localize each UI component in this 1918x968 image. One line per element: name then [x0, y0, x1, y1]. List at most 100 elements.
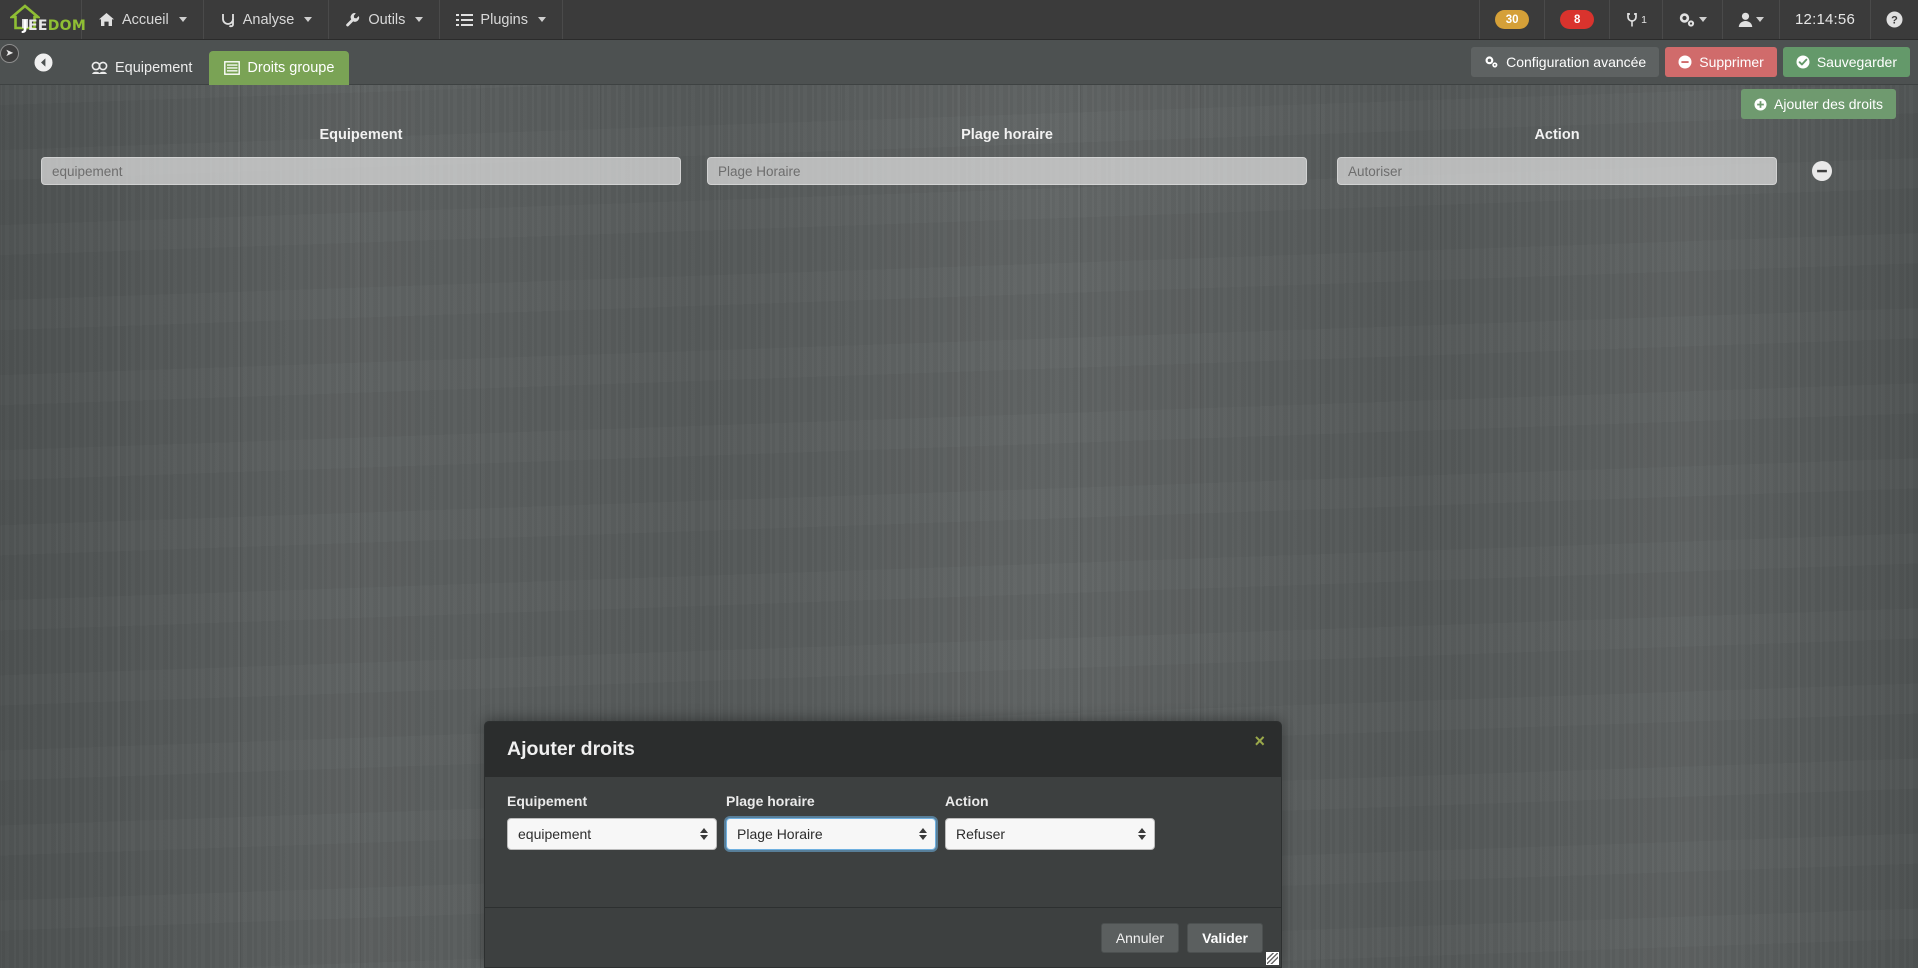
- modal-action-select[interactable]: Refuser: [945, 818, 1155, 850]
- rights-table: Equipement Plage horaire Action equipeme…: [0, 120, 1918, 189]
- modal-footer: Annuler Valider: [485, 907, 1281, 967]
- dashboard-icon: [91, 61, 108, 75]
- plage-horaire-select[interactable]: Plage Horaire: [707, 157, 1307, 185]
- cell-remove: [1777, 161, 1867, 181]
- sauvegarder-button[interactable]: Sauvegarder: [1782, 47, 1910, 77]
- modal-body: Equipement equipement Plage horaire Plag…: [485, 777, 1281, 907]
- help-cell[interactable]: ?: [1870, 0, 1918, 39]
- clock-text: 12:14:56: [1795, 11, 1855, 28]
- cell-plage-horaire: Plage Horaire: [707, 157, 1307, 185]
- nav-menu-analyse[interactable]: Analyse: [204, 0, 330, 39]
- field-label-equipement: Equipement: [507, 793, 588, 809]
- chevron-down-icon: [178, 17, 187, 22]
- list-icon: [456, 13, 474, 27]
- modal-field-plage-horaire: Plage horaire Plage Horaire: [726, 793, 936, 907]
- gears-icon: [1484, 55, 1499, 69]
- page-root: JEEDOM Accueil Analyse Outils Plugins 30…: [0, 0, 1918, 968]
- nav-menu-accueil[interactable]: Accueil: [82, 0, 204, 39]
- configuration-avancee-button[interactable]: Configuration avancée: [1471, 47, 1660, 77]
- select-arrows-icon: [919, 828, 927, 840]
- brand-logo[interactable]: JEEDOM: [0, 0, 86, 39]
- tab-group: Equipement Droits groupe: [0, 40, 350, 85]
- field-label-plage-horaire: Plage horaire: [726, 793, 815, 809]
- brand-dom: DOM: [47, 17, 87, 34]
- modal-header: Ajouter droits ×: [485, 722, 1281, 777]
- modal-equipement-select[interactable]: equipement: [507, 818, 717, 850]
- settings-menu-cell[interactable]: [1662, 0, 1722, 39]
- arrow-right-circle-icon[interactable]: ➤: [0, 44, 19, 63]
- chevron-down-icon: [1699, 17, 1707, 22]
- message-badge-cell[interactable]: 8: [1544, 0, 1609, 39]
- nav-menu-outils[interactable]: Outils: [329, 0, 441, 39]
- cell-equipement: equipement: [41, 157, 681, 185]
- user-menu-cell[interactable]: [1722, 0, 1779, 39]
- plus-circle-icon: [1754, 97, 1767, 111]
- check-circle-icon: [1796, 55, 1810, 69]
- nav-label: Accueil: [122, 11, 169, 28]
- modal-plage-horaire-select[interactable]: Plage Horaire: [726, 818, 936, 850]
- analytics-icon: [220, 12, 236, 28]
- cancel-button[interactable]: Annuler: [1100, 922, 1180, 953]
- modal-field-action: Action Refuser: [945, 793, 1155, 907]
- button-label: Ajouter des droits: [1774, 96, 1883, 112]
- minus-circle-icon: [1678, 55, 1692, 69]
- ajouter-des-droits-button[interactable]: Ajouter des droits: [1741, 89, 1896, 119]
- chevron-down-icon: [415, 17, 424, 22]
- update-badge-cell[interactable]: 30: [1479, 0, 1544, 39]
- rights-table-header: Equipement Plage horaire Action: [0, 120, 1918, 150]
- status-badge-messages: 8: [1560, 10, 1595, 29]
- equipement-select[interactable]: equipement: [41, 157, 681, 185]
- column-header-action: Action: [1534, 127, 1580, 143]
- column-header-plage-horaire: Plage horaire: [961, 127, 1053, 143]
- clock-cell: 12:14:56: [1779, 0, 1870, 39]
- gears-icon: [1678, 12, 1696, 28]
- svg-text:?: ?: [1891, 15, 1898, 27]
- tab-bar: Equipement Droits groupe Configuration a…: [0, 40, 1918, 85]
- cell-action: Autoriser: [1337, 157, 1777, 185]
- action-select[interactable]: Autoriser: [1337, 157, 1777, 185]
- tab-label: Equipement: [115, 59, 193, 76]
- chevron-down-icon: [304, 17, 313, 22]
- modal-field-equipement: Equipement equipement: [507, 793, 717, 907]
- close-icon[interactable]: ×: [1254, 732, 1265, 750]
- plug-status-cell[interactable]: 1: [1609, 0, 1662, 39]
- help-circle-icon: ?: [1886, 11, 1903, 28]
- select-arrows-icon: [700, 828, 708, 840]
- button-label: Supprimer: [1699, 54, 1764, 70]
- column-header-equipement: Equipement: [319, 127, 403, 143]
- button-label: Configuration avancée: [1506, 54, 1647, 70]
- plug-count: 1: [1641, 13, 1647, 26]
- nav-label: Outils: [368, 11, 406, 28]
- brand-ee: EE: [28, 17, 48, 34]
- top-navbar: JEEDOM Accueil Analyse Outils Plugins 30…: [0, 0, 1918, 40]
- validate-button[interactable]: Valider: [1187, 922, 1263, 953]
- tab-droits-groupe[interactable]: Droits groupe: [209, 50, 350, 85]
- table-row: equipement Plage Horaire Autoriser: [0, 153, 1918, 189]
- status-badge-updates: 30: [1495, 10, 1530, 29]
- navbar-right-group: 30 8 1 12:14:56 ?: [1479, 0, 1918, 39]
- nav-menu-plugins[interactable]: Plugins: [440, 0, 563, 39]
- tabbar-action-buttons: Configuration avancée Supprimer Sauvegar…: [1471, 47, 1918, 77]
- select-value: Refuser: [956, 826, 1006, 842]
- resize-grip-icon[interactable]: [1266, 952, 1279, 965]
- table-icon: [224, 60, 241, 75]
- remove-row-button[interactable]: [1812, 161, 1832, 181]
- plug-icon: [1625, 12, 1639, 28]
- select-arrows-icon: [1138, 828, 1146, 840]
- wrench-icon: [345, 12, 361, 28]
- ajouter-droits-modal: Ajouter droits × Equipement equipement P…: [484, 721, 1282, 968]
- modal-title: Ajouter droits: [507, 738, 635, 760]
- supprimer-button[interactable]: Supprimer: [1665, 47, 1777, 77]
- user-icon: [1738, 12, 1753, 28]
- home-icon: [98, 12, 115, 27]
- button-label: Sauvegarder: [1816, 54, 1897, 70]
- navbar-spacer: [563, 0, 1479, 39]
- nav-label: Plugins: [480, 11, 528, 28]
- select-value: Plage Horaire: [737, 826, 823, 842]
- nav-label: Analyse: [242, 11, 295, 28]
- tab-equipement[interactable]: Equipement: [76, 51, 207, 85]
- field-label-action: Action: [945, 793, 989, 809]
- chevron-down-icon: [1756, 17, 1764, 22]
- arrow-left-circle-icon[interactable]: [26, 46, 60, 80]
- tab-label: Droits groupe: [247, 59, 335, 76]
